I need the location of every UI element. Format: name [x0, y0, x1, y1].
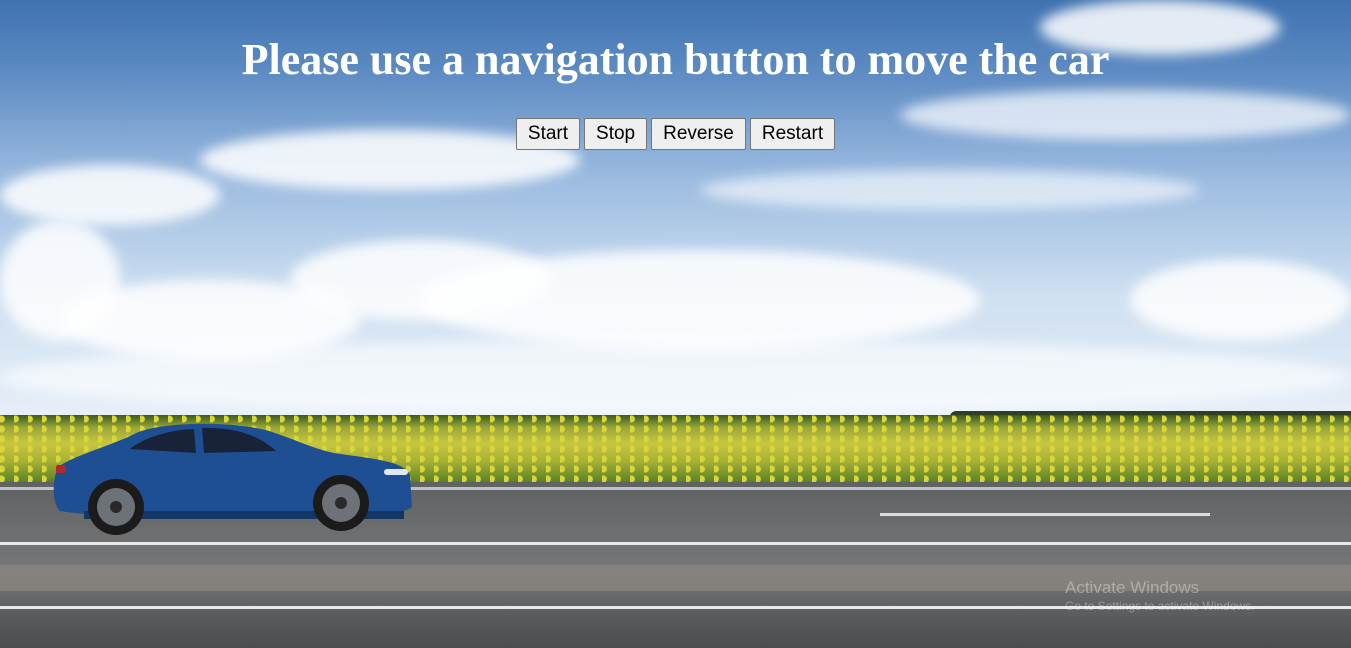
- watermark-title: Activate Windows: [1065, 578, 1200, 597]
- cloud: [1130, 260, 1351, 340]
- car-wheel: [313, 475, 369, 531]
- cloud: [700, 170, 1200, 210]
- reverse-button[interactable]: Reverse: [651, 118, 746, 150]
- car-headlight: [384, 469, 408, 475]
- start-button[interactable]: Start: [515, 118, 581, 150]
- blue-sedan-car-icon: [53, 423, 413, 535]
- road-line: [0, 542, 1351, 545]
- stop-button[interactable]: Stop: [584, 118, 648, 150]
- cloud: [420, 250, 980, 350]
- navigation-controls: Start Stop Reverse Restart: [0, 118, 1351, 150]
- cloud: [0, 165, 220, 225]
- car-taillight: [56, 465, 66, 473]
- scene-background: [0, 0, 1351, 648]
- restart-button[interactable]: Restart: [749, 118, 836, 150]
- car-wheel: [88, 479, 144, 535]
- cloud: [0, 340, 1351, 415]
- road-dash: [880, 513, 1210, 516]
- activation-watermark: Activate Windows Go to Settings to activ…: [1065, 578, 1254, 614]
- watermark-subtitle: Go to Settings to activate Windows.: [1065, 599, 1255, 613]
- page-title: Please use a navigation button to move t…: [241, 35, 1110, 84]
